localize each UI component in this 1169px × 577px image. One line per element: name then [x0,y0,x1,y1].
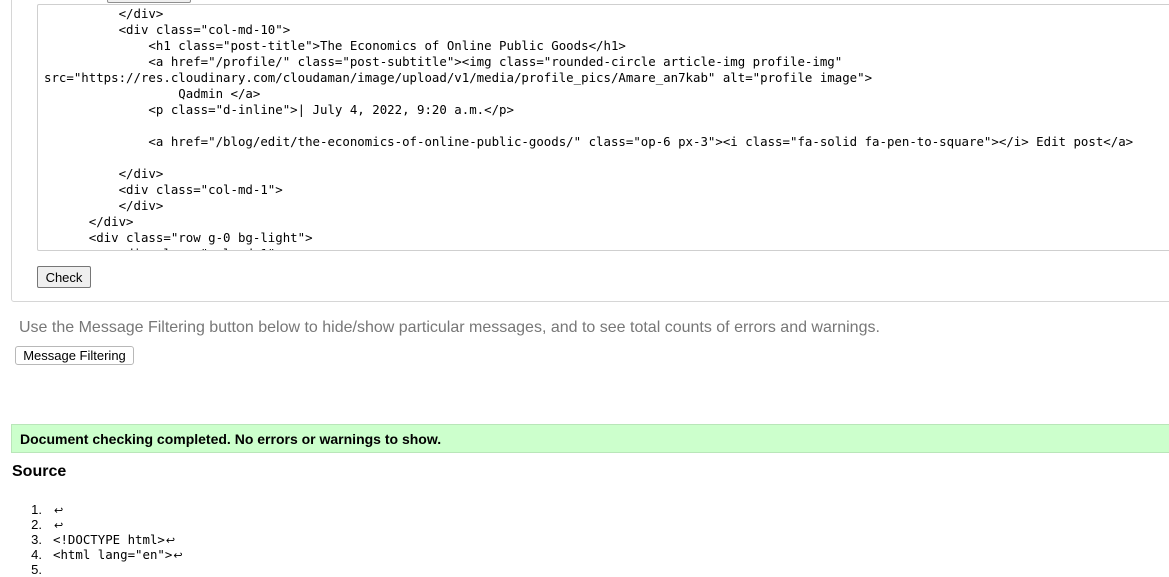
line-number: 1. [31,502,42,517]
textarea-content: </div> <div class="col-md-10"> <h1 class… [44,6,1134,250]
return-icon: ↩ [165,534,176,547]
message-filtering-button[interactable]: Message Filtering [15,346,134,365]
line-code: <html lang="en"> [53,547,173,562]
line-code: <!DOCTYPE html> [53,532,165,547]
check-button[interactable]: Check [37,266,91,288]
line-number: 5. [31,562,42,577]
status-message: Document checking completed. No errors o… [11,424,1169,453]
filtering-hint: Use the Message Filtering button below t… [19,319,880,336]
clipped-button[interactable] [107,0,191,3]
source-textarea[interactable]: </div> <div class="col-md-10"> <h1 class… [37,4,1169,251]
source-line: 2. ↩ [26,517,183,532]
line-number: 2. [31,517,42,532]
line-number: 3. [31,532,42,547]
line-number: 4. [31,547,42,562]
source-list: 1. ↩ 2. ↩ 3. <!DOCTYPE html>↩ 4. <html lang=… [26,502,183,577]
source-line: 3. <!DOCTYPE html>↩ [26,532,183,547]
return-icon: ↩ [54,504,64,517]
source-line: 1. ↩ [26,502,183,517]
return-icon: ↩ [54,519,64,532]
source-line: 4. <html lang="en">↩ [26,547,183,562]
source-line: 5. [26,562,183,577]
return-icon: ↩ [173,549,183,562]
source-heading: Source [12,463,67,480]
